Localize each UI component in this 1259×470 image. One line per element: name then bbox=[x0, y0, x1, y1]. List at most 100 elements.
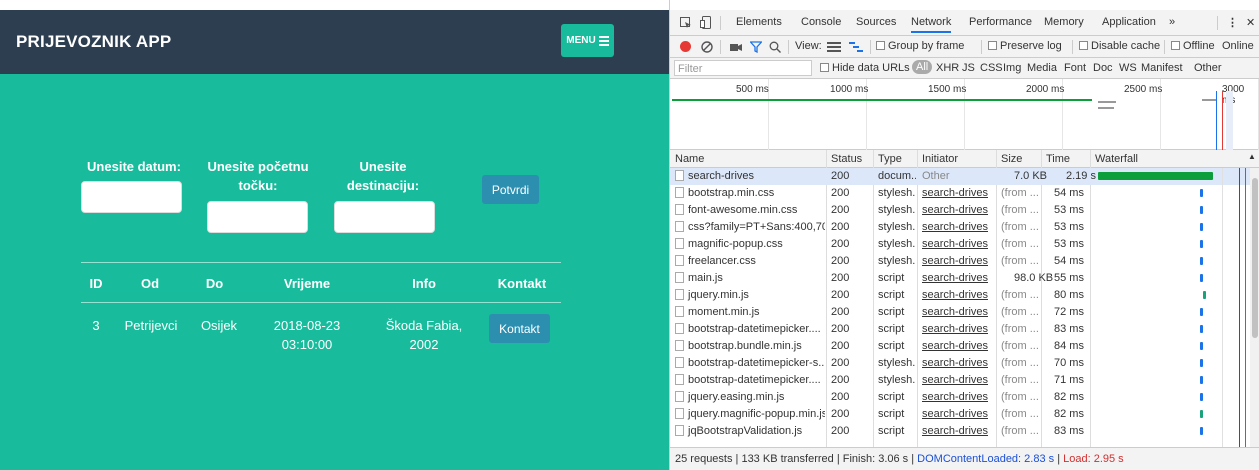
request-name[interactable]: jquery.min.js bbox=[675, 289, 825, 301]
filter-input[interactable]: Filter bbox=[674, 60, 812, 76]
column-initiator[interactable]: Initiator bbox=[922, 153, 958, 165]
request-row[interactable]: jquery.min.js 200 script search-drives (from… bbox=[670, 287, 1250, 304]
more-tabs-chevron[interactable]: » bbox=[1169, 16, 1175, 28]
column-waterfall[interactable]: Waterfall bbox=[1095, 153, 1138, 165]
request-row[interactable]: jqBootstrapValidation.js 200 script search-… bbox=[670, 423, 1250, 440]
request-row[interactable]: freelancer.css 200 stylesh... search-drives… bbox=[670, 253, 1250, 270]
confirm-button[interactable]: Potvrdi bbox=[482, 175, 539, 204]
column-size[interactable]: Size bbox=[1001, 153, 1022, 165]
request-name[interactable]: jqBootstrapValidation.js bbox=[675, 425, 825, 437]
brand-logo[interactable]: PRIJEVOZNIK APP bbox=[16, 32, 171, 52]
request-row[interactable]: jquery.easing.min.js 200 script search-driv… bbox=[670, 389, 1250, 406]
request-list-scrollbar[interactable] bbox=[1250, 168, 1259, 447]
clear-icon[interactable] bbox=[701, 41, 713, 53]
request-initiator[interactable]: search-drives bbox=[922, 391, 988, 403]
tab-network[interactable]: Network bbox=[911, 16, 952, 33]
type-filter-css[interactable]: CSS bbox=[980, 62, 1003, 74]
request-name[interactable]: bootstrap-datetimepicker-s... bbox=[675, 357, 825, 369]
type-filter-media[interactable]: Media bbox=[1027, 62, 1057, 74]
tab-elements[interactable]: Elements bbox=[736, 16, 782, 28]
request-list[interactable]: search-drives 200 docum... Other 7.0 KB 2.19 … bbox=[670, 168, 1259, 447]
menu-button[interactable]: MENU bbox=[561, 24, 614, 57]
request-initiator[interactable]: search-drives bbox=[922, 238, 988, 250]
camera-icon[interactable] bbox=[730, 42, 742, 52]
request-initiator[interactable]: search-drives bbox=[922, 340, 988, 352]
group-by-frame-checkbox[interactable]: Group by frame bbox=[876, 40, 964, 52]
request-initiator[interactable]: search-drives bbox=[922, 306, 988, 318]
request-initiator[interactable]: search-drives bbox=[922, 374, 988, 386]
request-row[interactable]: font-awesome.min.css 200 stylesh... search-… bbox=[670, 202, 1250, 219]
hide-data-urls-checkbox[interactable]: Hide data URLs bbox=[820, 62, 910, 74]
inspect-element-icon[interactable] bbox=[680, 17, 692, 29]
tab-application[interactable]: Application bbox=[1102, 16, 1156, 28]
type-filter-manifest[interactable]: Manifest bbox=[1141, 62, 1183, 74]
contact-button[interactable]: Kontakt bbox=[489, 314, 550, 343]
request-row[interactable]: bootstrap-datetimepicker.... 200 stylesh..… bbox=[670, 372, 1250, 389]
type-filter-other[interactable]: Other bbox=[1194, 62, 1222, 74]
request-row[interactable]: css?family=PT+Sans:400,70... 200 stylesh..… bbox=[670, 219, 1250, 236]
filter-icon[interactable] bbox=[750, 41, 762, 53]
sort-arrow-icon[interactable]: ▲ bbox=[1248, 152, 1256, 161]
request-initiator[interactable]: search-drives bbox=[922, 255, 988, 267]
request-name[interactable]: magnific-popup.css bbox=[675, 238, 825, 250]
request-row[interactable]: bootstrap.bundle.min.js 200 script search-d… bbox=[670, 338, 1250, 355]
request-row[interactable]: search-drives 200 docum... Other 7.0 KB 2.19 … bbox=[670, 168, 1250, 185]
offline-checkbox[interactable]: Offline bbox=[1171, 40, 1215, 52]
scrollbar-thumb[interactable] bbox=[1252, 178, 1258, 338]
kebab-menu-icon[interactable]: ⋮ bbox=[1227, 16, 1238, 29]
network-overview[interactable]: 500 ms 1000 ms 1500 ms 2000 ms 2500 ms 3… bbox=[670, 79, 1259, 150]
search-icon[interactable] bbox=[769, 41, 781, 53]
start-input[interactable] bbox=[207, 201, 308, 233]
record-icon[interactable] bbox=[680, 41, 691, 52]
request-row[interactable]: main.js 200 script search-drives 98.0 KB 55 m… bbox=[670, 270, 1250, 287]
tab-console[interactable]: Console bbox=[801, 16, 841, 28]
request-initiator[interactable]: search-drives bbox=[922, 289, 988, 301]
request-row[interactable]: jquery.magnific-popup.min.js 200 script sea… bbox=[670, 406, 1250, 423]
request-name[interactable]: bootstrap-datetimepicker.... bbox=[675, 323, 825, 335]
waterfall-view-icon[interactable] bbox=[849, 42, 863, 52]
destination-input[interactable] bbox=[334, 201, 435, 233]
request-name[interactable]: search-drives bbox=[675, 170, 825, 182]
request-name[interactable]: freelancer.css bbox=[675, 255, 825, 267]
request-initiator[interactable]: search-drives bbox=[922, 204, 988, 216]
throttling-select[interactable]: Online bbox=[1222, 40, 1254, 52]
tab-performance[interactable]: Performance bbox=[969, 16, 1032, 28]
column-time[interactable]: Time bbox=[1046, 153, 1070, 165]
request-name[interactable]: bootstrap-datetimepicker.... bbox=[675, 374, 825, 386]
type-filter-all[interactable]: All bbox=[912, 60, 933, 74]
tab-sources[interactable]: Sources bbox=[856, 16, 896, 28]
request-name[interactable]: main.js bbox=[675, 272, 825, 284]
tab-memory[interactable]: Memory bbox=[1044, 16, 1084, 28]
column-status[interactable]: Status bbox=[831, 153, 862, 165]
request-initiator[interactable]: search-drives bbox=[922, 221, 988, 233]
request-name[interactable]: font-awesome.min.css bbox=[675, 204, 825, 216]
close-icon[interactable]: ✕ bbox=[1246, 16, 1255, 29]
request-initiator[interactable]: search-drives bbox=[922, 408, 988, 420]
type-filter-font[interactable]: Font bbox=[1064, 62, 1086, 74]
request-name[interactable]: css?family=PT+Sans:400,70... bbox=[675, 221, 825, 233]
request-initiator[interactable]: search-drives bbox=[922, 357, 988, 369]
request-name[interactable]: bootstrap.min.css bbox=[675, 187, 825, 199]
request-row[interactable]: bootstrap.min.css 200 stylesh... search-dri… bbox=[670, 185, 1250, 202]
device-toolbar-icon[interactable] bbox=[700, 16, 712, 30]
request-name[interactable]: jquery.magnific-popup.min.js bbox=[675, 408, 825, 420]
request-row[interactable]: magnific-popup.css 200 stylesh... search-dr… bbox=[670, 236, 1250, 253]
preserve-log-checkbox[interactable]: Preserve log bbox=[988, 40, 1062, 52]
type-filter-xhr[interactable]: XHR bbox=[936, 62, 959, 74]
request-row[interactable]: bootstrap-datetimepicker.... 200 script sea… bbox=[670, 321, 1250, 338]
request-name[interactable]: moment.min.js bbox=[675, 306, 825, 318]
type-filter-doc[interactable]: Doc bbox=[1093, 62, 1113, 74]
request-initiator[interactable]: search-drives bbox=[922, 272, 988, 284]
type-filter-ws[interactable]: WS bbox=[1119, 62, 1137, 74]
date-input[interactable] bbox=[81, 181, 182, 213]
request-initiator[interactable]: search-drives bbox=[922, 323, 988, 335]
request-name[interactable]: bootstrap.bundle.min.js bbox=[675, 340, 825, 352]
request-row[interactable]: bootstrap-datetimepicker-s... 200 stylesh.… bbox=[670, 355, 1250, 372]
request-initiator[interactable]: search-drives bbox=[922, 187, 988, 199]
large-rows-icon[interactable] bbox=[827, 42, 841, 52]
request-initiator[interactable]: search-drives bbox=[922, 425, 988, 437]
type-filter-img[interactable]: Img bbox=[1003, 62, 1021, 74]
request-name[interactable]: jquery.easing.min.js bbox=[675, 391, 825, 403]
type-filter-js[interactable]: JS bbox=[962, 62, 975, 74]
column-type[interactable]: Type bbox=[878, 153, 902, 165]
